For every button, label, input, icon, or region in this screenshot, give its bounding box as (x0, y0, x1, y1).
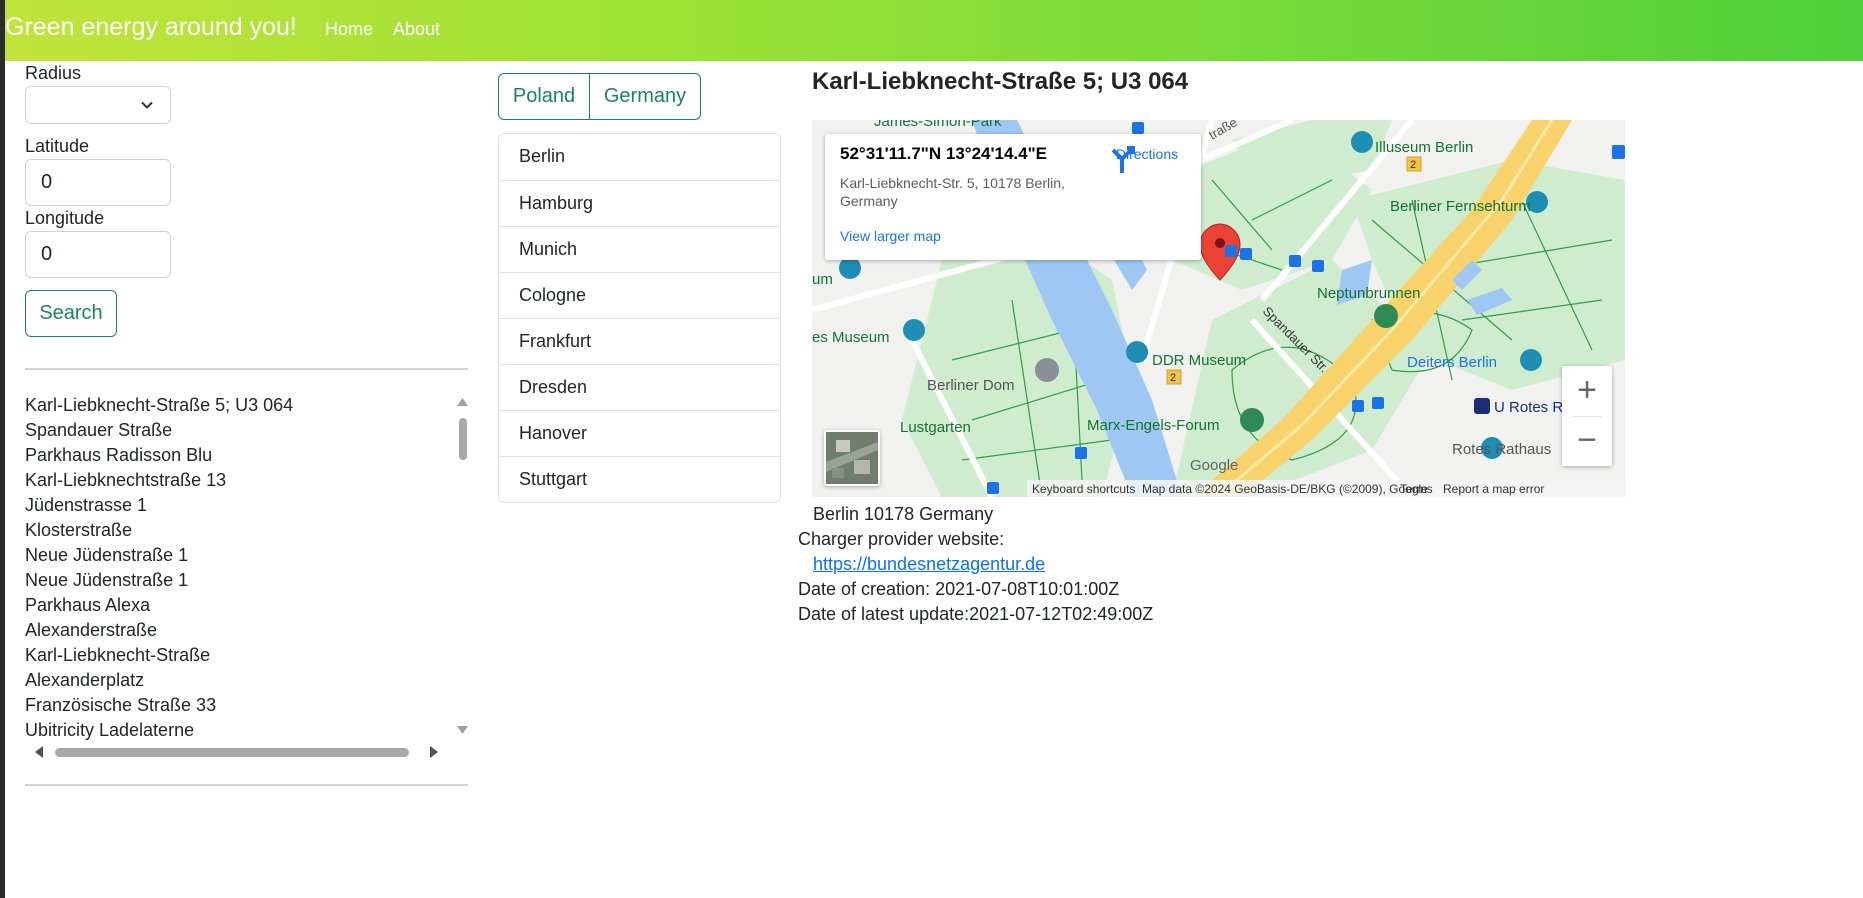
horizontal-scroll-thumb[interactable] (55, 748, 409, 757)
embedded-map[interactable]: 2 2 James-Simon-Park traße Illuseum Berl… (812, 120, 1625, 497)
date-of-creation: Date of creation: 2021-07-08T10:01:00Z (798, 579, 1120, 599)
label-ddr-museum: DDR Museum (1152, 352, 1246, 369)
road-number: 2 (1170, 372, 1176, 384)
zoom-controls: + − (1562, 366, 1612, 466)
city-item[interactable]: Munich (499, 226, 780, 272)
label-berliner-dom: Berliner Dom (927, 377, 1015, 394)
vertical-scroll-thumb[interactable] (459, 418, 467, 460)
divider (25, 368, 468, 370)
result-item[interactable]: Jüdenstrasse 1 (25, 493, 455, 518)
satellite-layer-toggle[interactable] (824, 430, 880, 486)
radius-label: Radius (25, 63, 82, 83)
report-map-error-link[interactable]: Report a map error (1443, 482, 1544, 496)
label-museum: es Museum (812, 329, 890, 346)
results-list: Karl-Liebknecht-Straße 5; U3 064 Spandaue… (25, 393, 455, 743)
directions-icon (1111, 146, 1135, 173)
satellite-thumbnail-icon (826, 432, 878, 484)
result-item[interactable]: Parkhaus Alexa (25, 593, 455, 618)
nav-home-link[interactable]: Home (325, 19, 373, 40)
divider (25, 784, 468, 786)
label-marx-engels-forum: Marx-Engels-Forum (1087, 417, 1220, 434)
horizontal-scrollbar[interactable] (25, 740, 455, 764)
city-item[interactable]: Hanover (499, 410, 780, 456)
label-lustgarten: Lustgarten (900, 419, 971, 436)
city-list: Berlin Hamburg Munich Cologne Frankfurt Dresd… (498, 133, 781, 503)
map-footer: Keyboard shortcuts Map data ©2024 GeoBas… (1027, 480, 1625, 497)
result-item[interactable]: Klosterstraße (25, 518, 455, 543)
station-title: Karl-Liebknecht-Straße 5; U3 064 (812, 68, 1189, 95)
result-item[interactable]: Alexanderstraße (25, 618, 455, 643)
label-museum-left: um (812, 271, 833, 288)
scroll-right-arrow-icon[interactable] (430, 746, 438, 758)
provider-website-link[interactable]: https://bundesnetzagentur.de (813, 554, 1045, 574)
radius-select[interactable] (25, 86, 171, 124)
map-coordinates: 52°31'11.7"N 13°24'14.4"E (840, 144, 1048, 163)
scroll-up-arrow-icon[interactable] (457, 398, 468, 406)
label-neptunbrunnen: Neptunbrunnen (1317, 285, 1420, 302)
label-deiters: Deiters Berlin (1407, 354, 1497, 371)
result-item[interactable]: Neue Jüdenstraße 1 (25, 568, 455, 593)
map-info-card: 52°31'11.7"N 13°24'14.4"E Karl-Liebknech… (825, 134, 1201, 260)
road-number: 2 (1410, 159, 1416, 171)
result-item[interactable]: Französische Straße 33 (25, 693, 455, 718)
longitude-input[interactable]: 0 (25, 231, 171, 278)
navbar: Green energy around you! Home About (5, 0, 1863, 61)
country-germany-button[interactable]: Germany (589, 73, 701, 120)
vertical-scrollbar[interactable] (455, 388, 470, 740)
map-data-attribution[interactable]: Map data ©2024 GeoBasis-DE/BKG (©2009), … (1142, 482, 1428, 496)
result-item[interactable]: Karl-Liebknecht-Straße 5; U3 064 (25, 393, 455, 418)
google-logo: Google (1190, 457, 1238, 474)
result-item[interactable]: Alexanderplatz (25, 668, 455, 693)
view-larger-map-link[interactable]: View larger map (840, 228, 941, 244)
result-item[interactable]: Karl-Liebknecht-Straße (25, 643, 455, 668)
latitude-input[interactable]: 0 (25, 159, 171, 206)
city-item[interactable]: Dresden (499, 364, 780, 410)
nav-about-link[interactable]: About (393, 19, 440, 40)
terms-link[interactable]: Terms (1400, 482, 1433, 496)
search-button[interactable]: Search (25, 290, 117, 337)
label-james-simon-park: James-Simon-Park (874, 120, 1002, 130)
city-item[interactable]: Stuttgart (499, 456, 780, 502)
city-item[interactable]: Berlin (499, 134, 780, 180)
result-item[interactable]: Spandauer Straße (25, 418, 455, 443)
country-poland-button[interactable]: Poland (498, 73, 590, 120)
result-item[interactable]: Karl-Liebknechtstraße 13 (25, 468, 455, 493)
zoom-out-button[interactable]: − (1562, 416, 1612, 466)
ubahn-icon (1474, 398, 1490, 414)
city-item[interactable]: Cologne (499, 272, 780, 318)
results-listbox[interactable]: Karl-Liebknecht-Straße 5; U3 064 Spandaue… (25, 388, 470, 764)
keyboard-shortcuts-link[interactable]: Keyboard shortcuts (1032, 482, 1135, 496)
map-address: Karl-Liebknecht-Str. 5, 10178 Berlin, Ge… (840, 175, 1065, 209)
label-illuseum: Illuseum Berlin (1375, 139, 1473, 156)
city-item[interactable]: Frankfurt (499, 318, 780, 364)
station-address: Berlin 10178 Germany (813, 504, 994, 524)
city-item[interactable]: Hamburg (499, 180, 780, 226)
latitude-label: Latitude (25, 136, 90, 156)
longitude-label: Longitude (25, 208, 105, 228)
scroll-down-arrow-icon[interactable] (457, 726, 468, 734)
directions-button[interactable]: Directions (1107, 144, 1187, 173)
zoom-in-button[interactable]: + (1562, 366, 1612, 416)
result-item[interactable]: Neue Jüdenstraße 1 (25, 543, 455, 568)
chevron-down-icon (141, 101, 153, 109)
page: Green energy around you! Home About Radi… (5, 0, 1863, 898)
brand-title[interactable]: Green energy around you! (5, 13, 297, 42)
church-icon (1035, 358, 1059, 382)
date-of-latest-update: Date of latest update:2021-07-12T02:49:0… (798, 604, 1154, 624)
provider-label: Charger provider website: (798, 529, 1005, 549)
result-item[interactable]: Parkhaus Radisson Blu (25, 443, 455, 468)
label-fernsehturm: Berliner Fernsehturm (1390, 198, 1531, 215)
scroll-left-arrow-icon[interactable] (35, 746, 43, 758)
label-rotes-rathaus: Rotes Rathaus (1452, 441, 1551, 458)
